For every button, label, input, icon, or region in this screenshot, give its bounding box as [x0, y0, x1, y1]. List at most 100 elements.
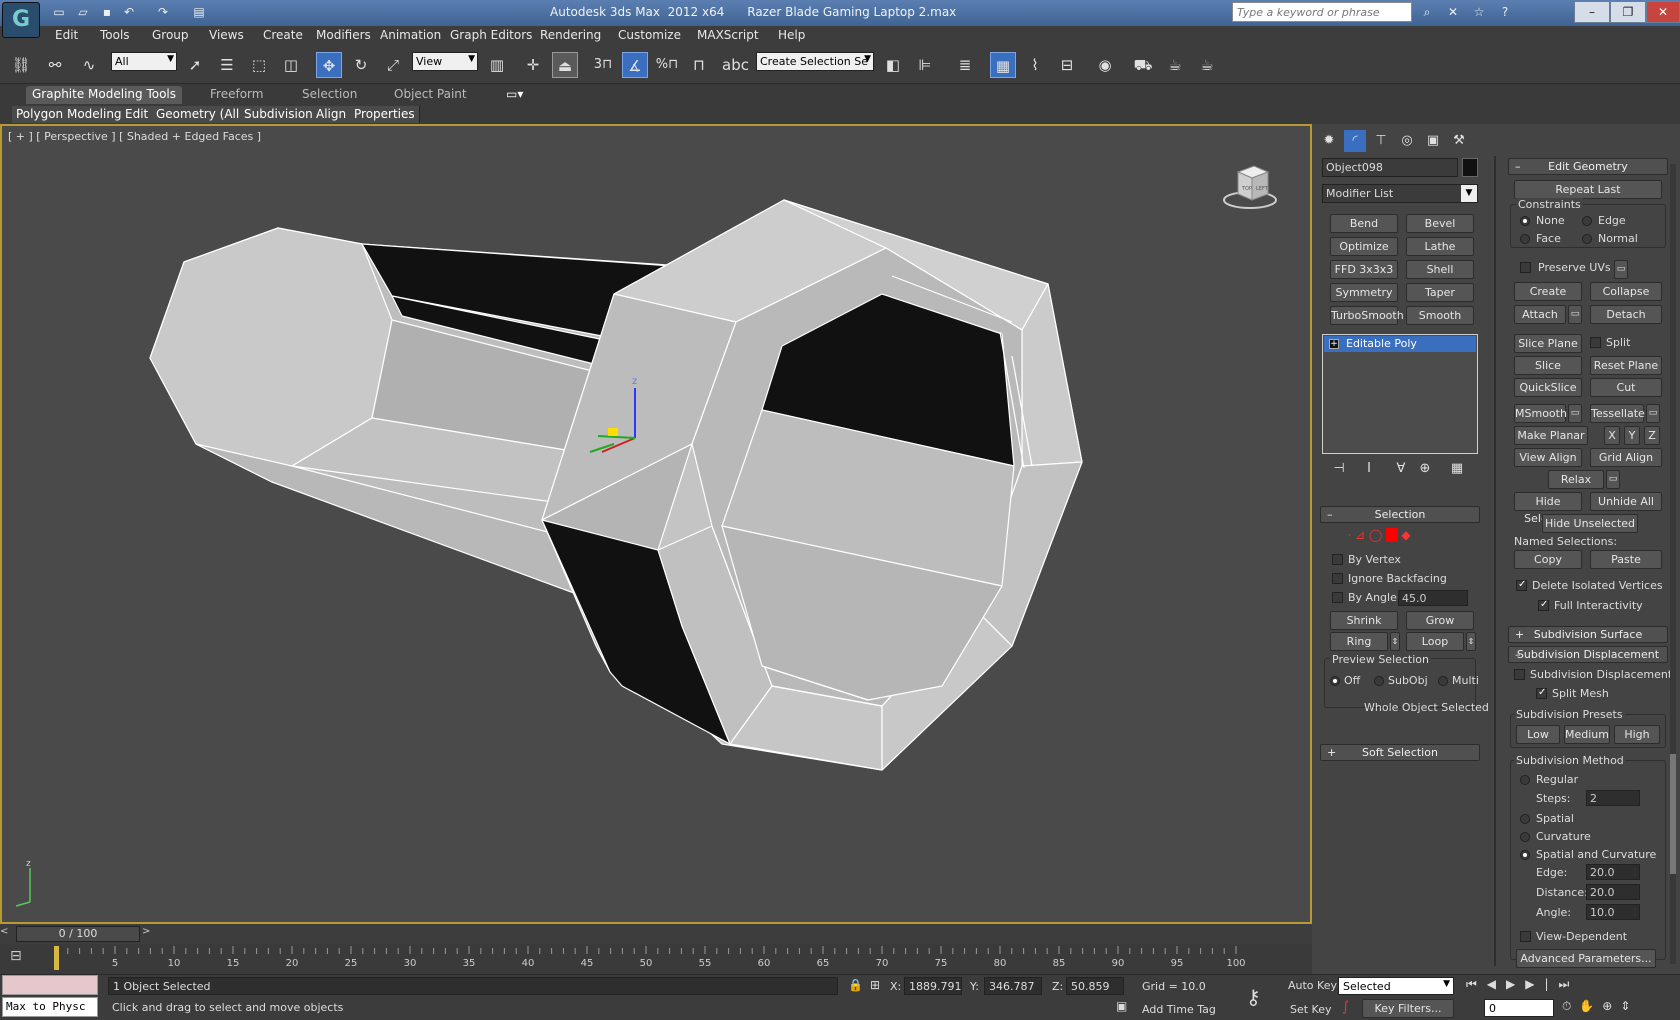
constraint-edge-radio[interactable] — [1582, 216, 1592, 226]
msmooth-settings-icon[interactable]: ▭ — [1568, 404, 1582, 423]
bind-space-warp-icon[interactable]: ∿ — [76, 52, 102, 78]
subdivision-displacement-rollout-header[interactable]: – Subdivision Displacement — [1508, 646, 1668, 663]
turbosmooth-button[interactable]: TurboSmooth — [1330, 306, 1404, 325]
tab-freeform[interactable]: Freeform — [204, 86, 269, 104]
tessellate-settings-icon[interactable]: ▭ — [1646, 404, 1660, 423]
bevel-button[interactable]: Bevel — [1406, 214, 1474, 233]
curve-editor-icon[interactable]: ⌇ — [1022, 52, 1048, 78]
show-end-result-icon[interactable]: Ⅰ — [1358, 458, 1380, 480]
spatial-radio[interactable] — [1520, 814, 1530, 824]
edit-named-selection-icon[interactable]: abc — [722, 52, 749, 78]
menu-tools[interactable]: Tools — [100, 28, 130, 42]
search-input[interactable]: Type a keyword or phrase — [1232, 2, 1412, 22]
panel-scrollbar[interactable] — [1670, 164, 1676, 964]
ring-button[interactable]: Ring — [1330, 632, 1388, 651]
full-interactivity-checkbox[interactable] — [1538, 599, 1549, 611]
paste-button[interactable]: Paste — [1590, 550, 1662, 569]
time-slider-thumb[interactable]: 0 / 100 — [16, 926, 140, 942]
communication-icon[interactable]: ✕ — [1444, 4, 1462, 20]
ignore-backfacing-checkbox[interactable] — [1332, 573, 1343, 584]
split-checkbox[interactable] — [1590, 337, 1601, 348]
maximize-button[interactable]: ❐ — [1610, 1, 1646, 23]
unlink-icon[interactable]: ⚯ — [42, 52, 68, 78]
loop-button[interactable]: Loop — [1406, 632, 1464, 651]
x-coordinate-field[interactable]: 1889.791 — [904, 977, 962, 995]
lock-icon[interactable]: 🔒 — [848, 978, 863, 992]
schematic-view-icon[interactable]: ⊟ — [1054, 52, 1080, 78]
create-tab-icon[interactable]: ✹ — [1318, 130, 1340, 152]
subtab-polygon-modeling[interactable]: Polygon Modeling — [12, 106, 127, 123]
spinner-snap-icon[interactable]: ⊓ — [686, 52, 712, 78]
shrink-button[interactable]: Shrink — [1330, 611, 1398, 630]
collapse-button[interactable]: Collapse — [1590, 282, 1662, 301]
favorites-icon[interactable]: ☆ — [1470, 4, 1488, 20]
unhide-all-button[interactable]: Unhide All — [1590, 492, 1662, 511]
relax-settings-icon[interactable]: ▭ — [1606, 470, 1620, 489]
planar-y-button[interactable]: Y — [1624, 426, 1640, 445]
copy-button[interactable]: Copy — [1514, 550, 1582, 569]
subtab-properties[interactable]: Properties — [350, 106, 420, 123]
y-coordinate-field[interactable]: 346.787 — [984, 977, 1042, 995]
new-file-icon[interactable]: ▭ — [50, 4, 68, 20]
selection-rollout-header[interactable]: – Selection — [1320, 506, 1480, 523]
preset-low-button[interactable]: Low — [1516, 725, 1560, 744]
configure-modifier-sets-icon[interactable]: ▦ — [1446, 458, 1468, 480]
tab-selection[interactable]: Selection — [296, 86, 363, 104]
create-button[interactable]: Create — [1514, 282, 1582, 301]
display-tab-icon[interactable]: ▣ — [1422, 130, 1444, 152]
select-and-link-icon[interactable]: ⛓ — [8, 52, 34, 78]
window-crossing-icon[interactable]: ◫ — [278, 52, 304, 78]
distance-spinner[interactable]: 20.0 — [1586, 884, 1640, 900]
current-frame-marker[interactable] — [54, 946, 59, 970]
default-in-out-tangents-icon[interactable]: ∫ — [1342, 999, 1349, 1015]
preview-subobj-radio[interactable] — [1374, 676, 1384, 686]
pivot-center-icon[interactable]: ▥ — [484, 52, 510, 78]
scrollbar-thumb[interactable] — [1670, 754, 1676, 874]
z-coordinate-field[interactable]: 50.859 — [1066, 977, 1124, 995]
rendered-frame-icon[interactable]: ☕ — [1162, 52, 1188, 78]
menu-create[interactable]: Create — [263, 28, 303, 42]
object-color-swatch[interactable] — [1462, 158, 1478, 177]
select-and-move-icon[interactable]: ✥ — [316, 52, 342, 78]
steps-spinner[interactable]: 2 — [1586, 790, 1640, 806]
cut-button[interactable]: Cut — [1590, 378, 1662, 397]
spatial-curvature-radio[interactable] — [1520, 850, 1530, 860]
view-align-button[interactable]: View Align — [1514, 448, 1582, 467]
project-folder-icon[interactable]: ▤ — [190, 4, 208, 20]
edit-geometry-rollout-header[interactable]: – Edit Geometry — [1508, 158, 1668, 175]
close-button[interactable]: ✕ — [1646, 1, 1680, 23]
snaps-toggle-icon[interactable]: 3⊓ — [590, 52, 616, 78]
time-tag-icon[interactable]: ▣ — [1116, 999, 1127, 1013]
undo-icon[interactable]: ↶ — [120, 4, 138, 20]
subobject-level-icons[interactable]: ⸱ ⊿ ◯ ■ ◆ — [1348, 526, 1458, 542]
viewport-navigation-controls[interactable]: ⏱✋⊕⇕ — [1562, 999, 1678, 1017]
view-dependent-checkbox[interactable] — [1520, 931, 1531, 942]
viewport-scene[interactable]: z z — [2, 126, 1310, 922]
subtab-subdivision[interactable]: Subdivision — [240, 106, 318, 123]
repeat-last-button[interactable]: Repeat Last — [1514, 180, 1662, 199]
ribbon-options-icon[interactable]: ▭▾ — [500, 86, 529, 104]
subdivision-displacement-checkbox[interactable] — [1514, 669, 1525, 680]
slice-button[interactable]: Slice — [1514, 356, 1582, 375]
select-and-rotate-icon[interactable]: ↻ — [348, 52, 374, 78]
preset-high-button[interactable]: High — [1614, 725, 1660, 744]
loop-spinner[interactable]: ⇕ — [1466, 632, 1476, 651]
angle-snap-icon[interactable]: ∡ — [622, 52, 648, 78]
render-production-icon[interactable]: ☕ — [1194, 52, 1220, 78]
select-manipulate-icon[interactable]: ✛ — [520, 52, 546, 78]
reset-plane-button[interactable]: Reset Plane — [1590, 356, 1662, 375]
taper-button[interactable]: Taper — [1406, 283, 1474, 302]
selection-filter-dropdown[interactable]: All ▼ — [111, 52, 177, 71]
advanced-parameters-button[interactable]: Advanced Parameters... — [1516, 949, 1656, 968]
utilities-tab-icon[interactable]: ⚒ — [1448, 130, 1470, 152]
tessellate-button[interactable]: Tessellate — [1590, 404, 1645, 423]
trackbar[interactable]: ⊟ 5 10 15 20 25 30 35 40 45 50 55 60 65 70 75 80 85 90 95 1… — [0, 944, 1312, 974]
attach-button[interactable]: Attach — [1514, 305, 1566, 324]
grid-align-button[interactable]: Grid Align — [1590, 448, 1662, 467]
attach-list-icon[interactable]: ▭ — [1568, 305, 1582, 324]
hide-unselected-button[interactable]: Hide Unselected — [1542, 514, 1638, 533]
detach-button[interactable]: Detach — [1590, 305, 1662, 324]
ring-spinner[interactable]: ⇕ — [1390, 632, 1400, 651]
menu-animation[interactable]: Animation — [380, 28, 441, 42]
preview-off-radio[interactable] — [1330, 676, 1340, 686]
